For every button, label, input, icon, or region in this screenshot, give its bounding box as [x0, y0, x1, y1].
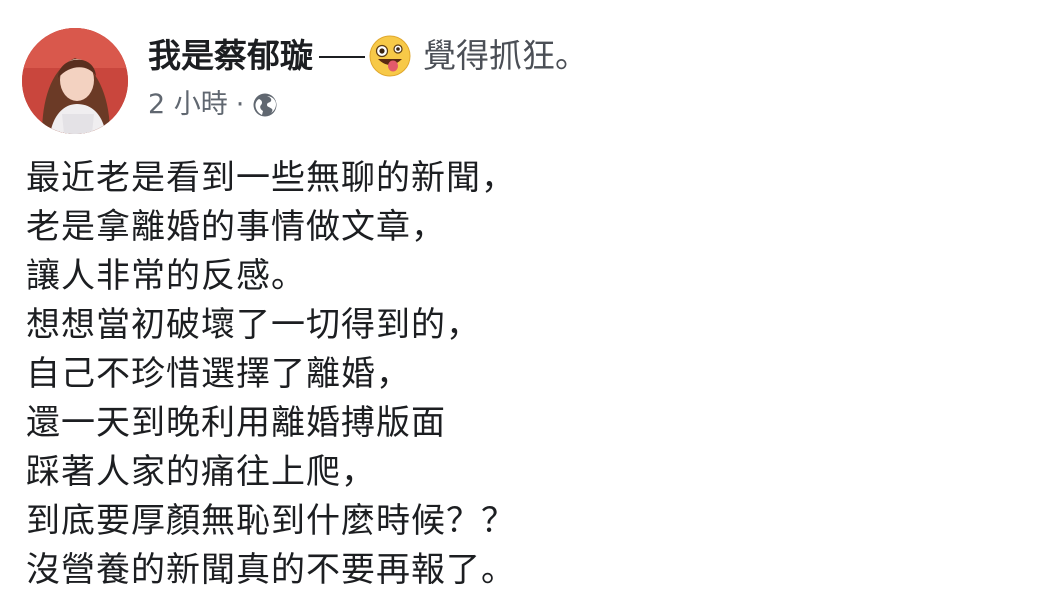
post-meta: 2 小時 · [148, 88, 588, 122]
facebook-post: 我是蔡郁璇 覺得抓狂。 2 小時 · 最近老是看到一些無聊的新聞， 老是拿離婚的… [0, 0, 1060, 596]
post-header: 我是蔡郁璇 覺得抓狂。 2 小時 · [22, 28, 588, 138]
post-text-line: 讓人非常的反感。 [26, 256, 306, 296]
feeling-separator [319, 56, 365, 58]
post-text-line: 還一天到晚利用離婚搏版面 [26, 403, 446, 443]
post-title-line: 我是蔡郁璇 覺得抓狂。 [148, 34, 588, 78]
post-text-line: 沒營養的新聞真的不要再報了。 [26, 550, 516, 590]
post-text-line: 最近老是看到一些無聊的新聞， [26, 158, 516, 198]
avatar[interactable] [22, 28, 128, 134]
crazy-face-emoji-icon [369, 35, 411, 77]
post-text-line: 到底要厚顏無恥到什麼時候？？ [26, 501, 516, 541]
post-text-line: 老是拿離婚的事情做文章， [26, 207, 446, 247]
post-text-line: 想想當初破壞了一切得到的， [26, 305, 481, 345]
globe-icon[interactable] [252, 92, 278, 118]
post-timestamp[interactable]: 2 小時 [148, 88, 228, 122]
post-body: 最近老是看到一些無聊的新聞， 老是拿離婚的事情做文章， 讓人非常的反感。 想想當… [26, 154, 1026, 595]
author-name[interactable]: 我是蔡郁璇 [148, 34, 313, 78]
meta-separator: · [235, 89, 245, 120]
post-header-text: 我是蔡郁璇 覺得抓狂。 2 小時 · [148, 28, 588, 122]
post-text-line: 自己不珍惜選擇了離婚， [26, 354, 411, 394]
post-text-line: 踩著人家的痛往上爬， [26, 452, 376, 492]
feeling-text: 覺得抓狂。 [423, 36, 588, 75]
